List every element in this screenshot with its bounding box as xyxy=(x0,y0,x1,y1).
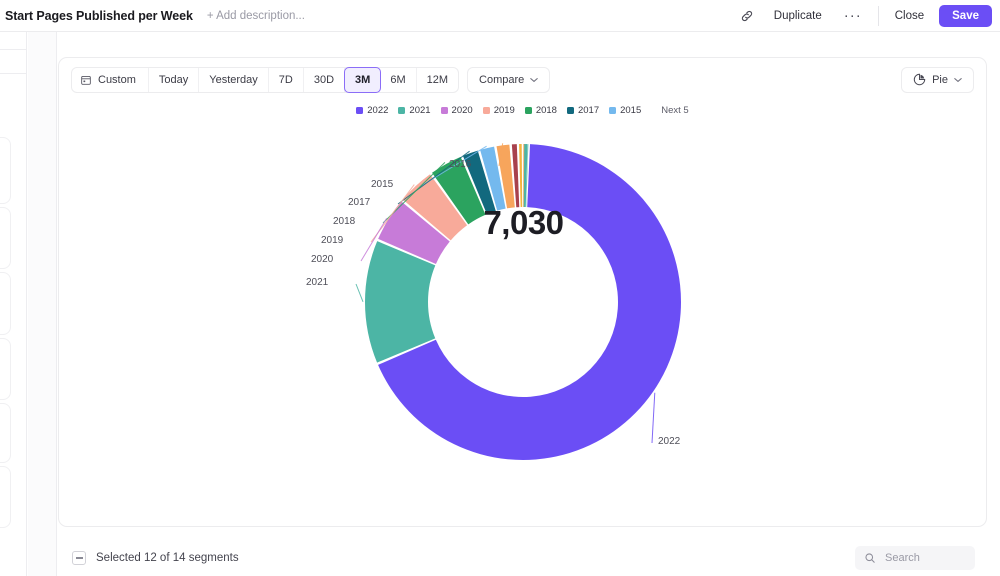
legend-label: 2021 xyxy=(409,104,431,116)
save-button[interactable]: Save xyxy=(939,4,992,27)
chart-type-label: Pie xyxy=(932,73,948,86)
legend-item-2021[interactable]: 2021 xyxy=(398,104,431,116)
legend-label: 2018 xyxy=(535,104,557,116)
background-secondary-column xyxy=(28,31,57,576)
background-card xyxy=(0,207,11,269)
date-range-today[interactable]: Today xyxy=(149,67,200,92)
legend-swatch xyxy=(440,106,448,114)
legend-item-2017[interactable]: 2017 xyxy=(566,104,600,116)
link-icon[interactable] xyxy=(731,3,763,29)
background-rail-divider xyxy=(0,73,27,74)
date-range-12m[interactable]: 12M xyxy=(417,68,458,92)
legend-label: 2017 xyxy=(577,104,600,116)
donut-callout-2017: 2017 xyxy=(348,197,371,208)
leader-line-2022 xyxy=(651,392,656,444)
add-description-button[interactable]: + Add description... xyxy=(207,10,305,22)
chart-card: Custom Today Yesterday 7D 30D 3M 6M 12M … xyxy=(58,57,987,527)
date-range-yesterday[interactable]: Yesterday xyxy=(199,67,269,92)
legend-item-2015[interactable]: 2015 xyxy=(609,105,641,116)
date-range-custom-label: Custom xyxy=(98,73,136,86)
donut-callout-2016: 2016 xyxy=(449,159,472,170)
legend-item-2020[interactable]: 2020 xyxy=(440,104,473,116)
header-actions: Duplicate ··· Close Save xyxy=(731,0,1000,32)
date-range-3m[interactable]: 3M xyxy=(344,66,382,93)
legend-label: 2020 xyxy=(451,104,473,116)
background-card xyxy=(0,466,11,528)
pie-chart-icon xyxy=(913,73,926,86)
legend-item-2022[interactable]: 2022 xyxy=(356,105,388,116)
more-options-icon[interactable]: ··· xyxy=(833,8,873,23)
top-header-bar: Start Pages Published per Week + Add des… xyxy=(0,0,1000,32)
segment-selection-bar: Selected 12 of 14 segments xyxy=(58,540,987,576)
page-title: Start Pages Published per Week xyxy=(5,8,193,23)
indeterminate-dash-icon xyxy=(75,557,83,559)
search-input[interactable] xyxy=(883,551,963,565)
legend-label: 2022 xyxy=(367,104,389,116)
date-range-30d[interactable]: 30D xyxy=(304,67,346,92)
legend-item-2019[interactable]: 2019 xyxy=(482,104,515,116)
compare-button[interactable]: Compare xyxy=(467,66,551,93)
leader-line-2021 xyxy=(355,283,364,303)
background-sidebar-rail xyxy=(0,31,27,576)
donut-center-total: 7,030 xyxy=(483,204,564,241)
legend-item-2018[interactable]: 2018 xyxy=(524,104,557,116)
donut-slice-group xyxy=(365,144,681,461)
chart-legend: 2022 2021 2020 2019 2018 2017 2015 Next … xyxy=(59,102,986,118)
donut-callout-2021: 2021 xyxy=(306,277,329,288)
compare-label: Compare xyxy=(479,73,525,86)
chart-toolbar: Custom Today Yesterday 7D 30D 3M 6M 12M … xyxy=(59,58,986,101)
legend-label: 2015 xyxy=(620,104,642,116)
donut-callout-2018: 2018 xyxy=(333,216,356,227)
donut-slice-2021[interactable] xyxy=(365,241,436,363)
date-range-7d[interactable]: 7D xyxy=(269,67,304,92)
donut-callout-2015: 2015 xyxy=(371,179,394,190)
legend-swatch xyxy=(609,106,617,114)
background-card xyxy=(0,137,11,204)
close-button[interactable]: Close xyxy=(884,3,935,29)
legend-next-button[interactable]: Next 5 xyxy=(661,105,688,116)
background-card xyxy=(0,403,11,463)
donut-chart-svg[interactable] xyxy=(59,120,988,526)
date-range-custom[interactable]: Custom xyxy=(72,67,149,92)
background-rail-divider xyxy=(0,49,27,50)
header-divider xyxy=(877,5,879,26)
legend-swatch xyxy=(356,106,364,114)
calendar-icon xyxy=(81,75,91,85)
donut-slice-2013[interactable] xyxy=(519,144,523,208)
duplicate-button[interactable]: Duplicate xyxy=(763,3,833,29)
legend-swatch xyxy=(482,106,490,114)
search-icon xyxy=(865,553,875,563)
donut-callout-2020: 2020 xyxy=(311,254,334,265)
donut-callout-2019: 2019 xyxy=(321,235,344,246)
legend-swatch xyxy=(398,106,406,114)
chevron-down-icon xyxy=(954,77,962,82)
legend-swatch xyxy=(566,106,574,114)
select-all-checkbox[interactable] xyxy=(72,551,86,565)
donut-chart: 7,030 2016 2015 2017 2018 2019 2020 2021 2022 xyxy=(59,120,986,526)
date-range-group: Custom Today Yesterday 7D 30D 3M 6M 12M xyxy=(71,66,460,93)
legend-swatch xyxy=(524,106,532,114)
selected-segments-label: Selected 12 of 14 segments xyxy=(96,552,239,564)
background-card xyxy=(0,272,11,335)
background-card xyxy=(0,338,11,400)
chevron-down-icon xyxy=(530,77,539,82)
search-box[interactable] xyxy=(855,546,975,570)
chart-type-selector[interactable]: Pie xyxy=(901,66,974,93)
legend-label: 2019 xyxy=(493,104,515,116)
date-range-6m[interactable]: 6M xyxy=(380,67,417,92)
donut-callout-2022: 2022 xyxy=(658,436,681,447)
